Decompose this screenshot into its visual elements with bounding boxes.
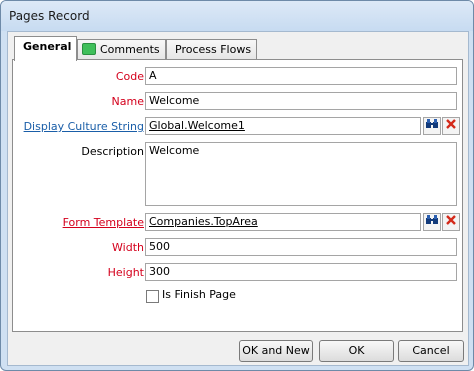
speech-bubble-icon	[82, 43, 96, 55]
tab-process-flows-label: Process Flows	[175, 43, 252, 56]
dialog-body: General Comments Process Flows Code A Na…	[7, 31, 469, 366]
height-field[interactable]: 300	[145, 263, 457, 281]
clear-red-x-icon[interactable]	[442, 117, 460, 135]
display-culture-string-field[interactable]: Global.Welcome1	[145, 117, 421, 135]
title-bar: Pages Record	[1, 1, 473, 31]
display-culture-string-link[interactable]: Display Culture String	[24, 120, 144, 133]
dialog-footer: OK and New OK Cancel	[8, 334, 468, 364]
tab-general[interactable]: General	[14, 36, 77, 61]
clear-red-x-icon[interactable]	[442, 213, 460, 231]
height-label: Height	[107, 266, 144, 279]
window-title: Pages Record	[9, 9, 90, 23]
description-textarea[interactable]: Welcome	[145, 142, 457, 206]
code-label: Code	[115, 70, 144, 83]
is-finish-page-label: Is Finish Page	[162, 288, 236, 301]
name-field[interactable]: Welcome	[145, 92, 457, 110]
tab-general-label: General	[23, 40, 72, 53]
width-field[interactable]: 500	[145, 238, 457, 256]
is-finish-page-checkbox[interactable]	[146, 290, 159, 303]
ok-and-new-button[interactable]: OK and New	[239, 340, 313, 362]
name-label: Name	[111, 95, 144, 108]
tab-comments-label: Comments	[100, 43, 160, 56]
binoculars-icon[interactable]	[423, 213, 441, 231]
tab-strip: General Comments Process Flows	[12, 36, 464, 61]
binoculars-icon[interactable]	[423, 117, 441, 135]
form-template-field[interactable]: Companies.TopArea	[145, 213, 421, 231]
description-label: Description	[81, 145, 144, 158]
tab-comments[interactable]: Comments	[77, 39, 166, 59]
display-culture-string-value: Global.Welcome1	[149, 119, 245, 132]
form-template-value: Companies.TopArea	[149, 215, 258, 228]
dialog-window: Pages Record General Comments Process Fl…	[0, 0, 474, 371]
general-panel: Code A Name Welcome Display Culture Stri…	[12, 59, 463, 332]
code-field[interactable]: A	[145, 67, 457, 85]
cancel-button[interactable]: Cancel	[398, 340, 464, 362]
form-template-link[interactable]: Form Template	[63, 216, 144, 229]
tab-process-flows[interactable]: Process Flows	[166, 39, 257, 59]
ok-button[interactable]: OK	[319, 340, 394, 362]
width-label: Width	[112, 241, 144, 254]
